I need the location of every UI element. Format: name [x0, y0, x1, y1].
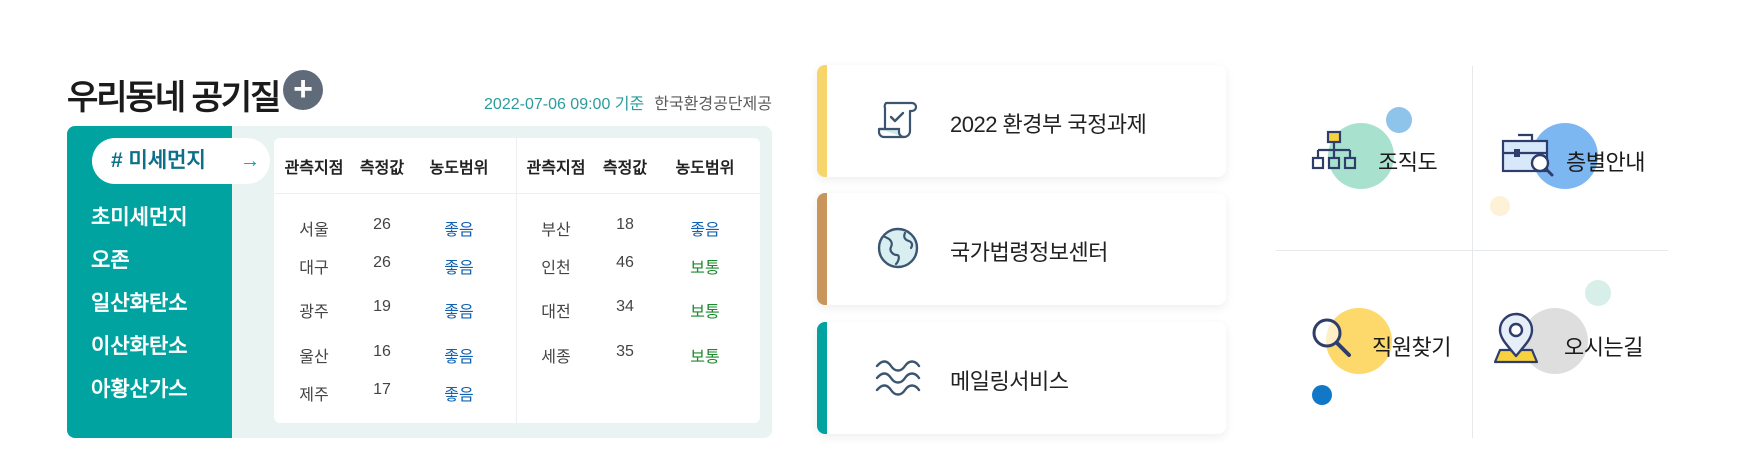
cell-station: 대구 [299, 260, 329, 277]
cell-station: 인천 [541, 260, 571, 277]
floor-guide-icon [1501, 133, 1554, 177]
cell-station: 서울 [299, 222, 329, 239]
more-plus-button[interactable]: + [283, 70, 323, 110]
cell-value: 16 [373, 343, 391, 360]
cell-level: 좋음 [444, 260, 474, 277]
cell-station: 부산 [541, 222, 571, 239]
quick-org-chart[interactable]: 조직도 [1310, 115, 1470, 215]
page-root: 우리동네 공기질 + 2022-07-06 09:00 기준 한국환경공단제공 #… [0, 0, 1748, 470]
header-station: 관측지점 [284, 160, 344, 177]
cell-level: 좋음 [444, 304, 474, 321]
header-value: 측정값 [359, 160, 405, 177]
cell-station: 대전 [541, 304, 571, 321]
card-accent-bar [817, 322, 827, 434]
cell-value: 26 [373, 254, 391, 271]
cell-station: 광주 [299, 304, 329, 321]
cell-level: 좋음 [444, 222, 474, 239]
cell-station: 제주 [299, 387, 329, 404]
header-station: 관측지점 [526, 160, 586, 177]
air-quality-widget: 우리동네 공기질 + 2022-07-06 09:00 기준 한국환경공단제공 #… [67, 66, 772, 438]
cell-level: 좋음 [444, 349, 474, 366]
cell-station: 울산 [299, 349, 329, 366]
globe-icon [877, 227, 919, 269]
data-source: 한국환경공단제공 [654, 96, 772, 113]
cell-level: 보통 [690, 304, 720, 321]
air-quality-title: 우리동네 공기질 [67, 79, 281, 117]
quick-staff-search-label: 직원찾기 [1372, 335, 1451, 360]
air-quality-panel: # 미세먼지 → 초미세먼지 오존 일산화탄소 이산화탄소 아황산가스 관측지점… [67, 126, 772, 438]
tab-ultrafine-dust[interactable]: 초미세먼지 [91, 201, 188, 231]
card-law-center-label: 국가법령정보센터 [950, 240, 1108, 265]
scroll-check-icon [877, 101, 918, 139]
card-mailing-service-label: 메일링서비스 [950, 369, 1069, 394]
cell-value: 17 [373, 381, 391, 398]
card-policy-tasks-label: 2022 환경부 국정과제 [950, 112, 1147, 137]
cell-level: 좋음 [444, 387, 474, 404]
quick-staff-search[interactable]: 직원찾기 [1310, 300, 1470, 400]
air-quality-table: 관측지점 측정값 농도범위 관측지점 측정값 농도범위 서울 26 좋음 대구 … [274, 138, 760, 423]
tab-fine-dust[interactable]: # 미세먼지 → [92, 138, 270, 184]
header-range: 농도범위 [429, 160, 489, 177]
cell-value: 46 [616, 254, 634, 271]
cell-level: 보통 [690, 349, 720, 366]
air-quality-meta: 2022-07-06 09:00 기준 한국환경공단제공 [484, 90, 772, 114]
cell-value: 34 [616, 298, 634, 315]
quick-org-chart-label: 조직도 [1378, 150, 1438, 175]
quick-directions-label: 오시는길 [1564, 335, 1643, 360]
card-law-center[interactable]: 국가법령정보센터 [817, 193, 1226, 305]
card-mailing-service[interactable]: 메일링서비스 [817, 322, 1226, 434]
quick-directions[interactable]: 오시는길 [1492, 300, 1662, 400]
magnifier-icon [1312, 318, 1351, 357]
cell-level: 보통 [690, 260, 720, 277]
table-header-divider [274, 193, 760, 194]
arrow-right-icon: → [240, 150, 260, 172]
card-policy-tasks[interactable]: 2022 환경부 국정과제 [817, 65, 1226, 177]
tab-fine-dust-label: # 미세먼지 [111, 149, 206, 172]
quick-menu-divider-horizontal [1276, 250, 1668, 251]
tab-carbon-monoxide[interactable]: 일산화탄소 [91, 287, 188, 317]
cell-value: 35 [616, 343, 634, 360]
cell-value: 26 [373, 216, 391, 233]
table-column-divider [516, 138, 517, 423]
quick-floor-guide[interactable]: 층별안내 [1500, 115, 1670, 215]
cell-value: 18 [616, 216, 634, 233]
quick-floor-guide-label: 층별안내 [1566, 150, 1645, 175]
quick-menu-divider-vertical [1472, 66, 1473, 438]
measurement-date: 2022-07-06 09:00 기준 [484, 96, 645, 113]
card-accent-bar [817, 193, 827, 305]
card-accent-bar [817, 65, 827, 177]
tab-sulfur-dioxide[interactable]: 아황산가스 [91, 373, 188, 403]
waves-icon [875, 360, 921, 396]
cell-value: 19 [373, 298, 391, 315]
cell-station: 세종 [541, 349, 571, 366]
cell-level: 좋음 [690, 222, 720, 239]
header-value: 측정값 [602, 160, 648, 177]
org-chart-icon [1311, 130, 1357, 170]
tab-ozone[interactable]: 오존 [91, 244, 130, 274]
header-range: 농도범위 [675, 160, 735, 177]
map-pin-icon [1493, 312, 1539, 364]
tab-carbon-dioxide[interactable]: 이산화탄소 [91, 330, 188, 360]
pollutant-tab-list: # 미세먼지 → 초미세먼지 오존 일산화탄소 이산화탄소 아황산가스 [67, 126, 270, 438]
